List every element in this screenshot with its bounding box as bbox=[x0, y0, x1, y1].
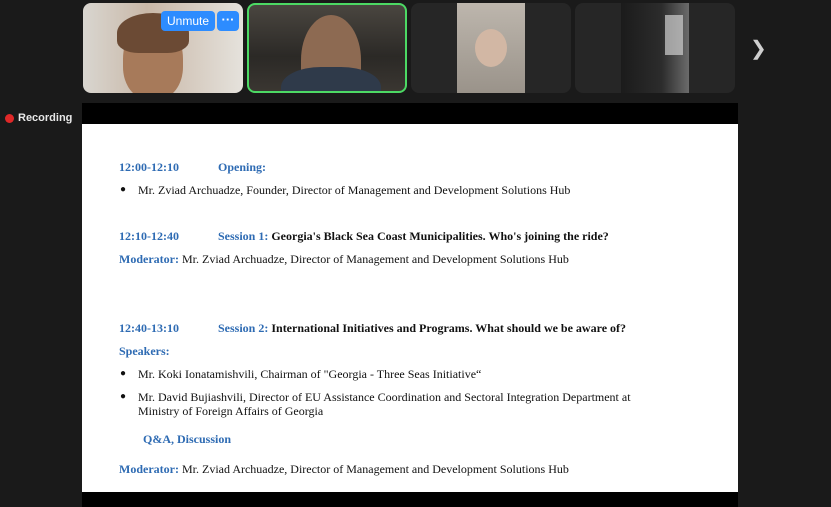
participant-tile[interactable] bbox=[575, 3, 735, 93]
session2-title: International Initiatives and Programs. … bbox=[271, 321, 627, 335]
opening-time: 12:00-12:10 bbox=[119, 160, 179, 174]
moderator2-line: Moderator: Mr. Zviad Archuadze, Director… bbox=[119, 462, 569, 477]
opening-label: Opening: bbox=[218, 160, 267, 174]
participant-video bbox=[621, 3, 689, 93]
session1-prefix: Session 1: bbox=[218, 229, 269, 243]
session1-title: Georgia's Black Sea Coast Municipalities… bbox=[271, 229, 609, 243]
bullet-icon: ● bbox=[120, 368, 127, 379]
speaker-item: Mr. Koki Ionatamishvili, Chairman of "Ge… bbox=[138, 367, 482, 381]
participant-video bbox=[281, 15, 381, 91]
participant-tile[interactable]: Unmute ··· bbox=[83, 3, 243, 93]
recording-indicator: Recording bbox=[5, 112, 72, 124]
more-options-button[interactable]: ··· bbox=[217, 11, 239, 31]
record-dot-icon bbox=[5, 113, 14, 123]
agenda-document: 12:00-12:10 Opening: ● Mr. Zviad Archuad… bbox=[82, 124, 738, 492]
participant-tile[interactable] bbox=[411, 3, 571, 93]
moderator2-label: Moderator: bbox=[119, 462, 179, 476]
moderator2-text: Mr. Zviad Archuadze, Director of Managem… bbox=[181, 462, 569, 476]
bullet-icon: ● bbox=[120, 184, 127, 195]
session2-prefix: Session 2: bbox=[218, 321, 269, 335]
bullet-icon: ● bbox=[120, 391, 127, 402]
unmute-button[interactable]: Unmute bbox=[161, 11, 216, 31]
moderator1-text: Mr. Zviad Archuadze, Director of Managem… bbox=[181, 252, 569, 266]
speaker-item-continuation: Ministry of Foreign Affairs of Georgia bbox=[138, 404, 324, 418]
session1-time: 12:10-12:40 bbox=[119, 229, 179, 243]
speakers-label: Speakers: bbox=[119, 344, 170, 358]
moderator1-label: Moderator: bbox=[119, 252, 179, 266]
session1-heading: Session 1: Georgia's Black Sea Coast Mun… bbox=[218, 229, 609, 244]
chevron-right-icon[interactable]: ❯ bbox=[750, 39, 767, 59]
speaker-item: Mr. David Bujiashvili, Director of EU As… bbox=[138, 390, 631, 404]
participant-strip: Unmute ··· ❯ bbox=[0, 3, 831, 93]
participant-video bbox=[457, 3, 525, 93]
session2-heading: Session 2: International Initiatives and… bbox=[218, 321, 626, 336]
shared-screen: 12:00-12:10 Opening: ● Mr. Zviad Archuad… bbox=[82, 103, 738, 507]
qa-label: Q&A, Discussion bbox=[143, 432, 232, 446]
session2-time: 12:40-13:10 bbox=[119, 321, 179, 335]
moderator1-line: Moderator: Mr. Zviad Archuadze, Director… bbox=[119, 252, 569, 267]
recording-label: Recording bbox=[18, 112, 73, 124]
participant-tile-active-speaker[interactable] bbox=[247, 3, 407, 93]
opening-speaker: Mr. Zviad Archuadze, Founder, Director o… bbox=[138, 183, 571, 197]
